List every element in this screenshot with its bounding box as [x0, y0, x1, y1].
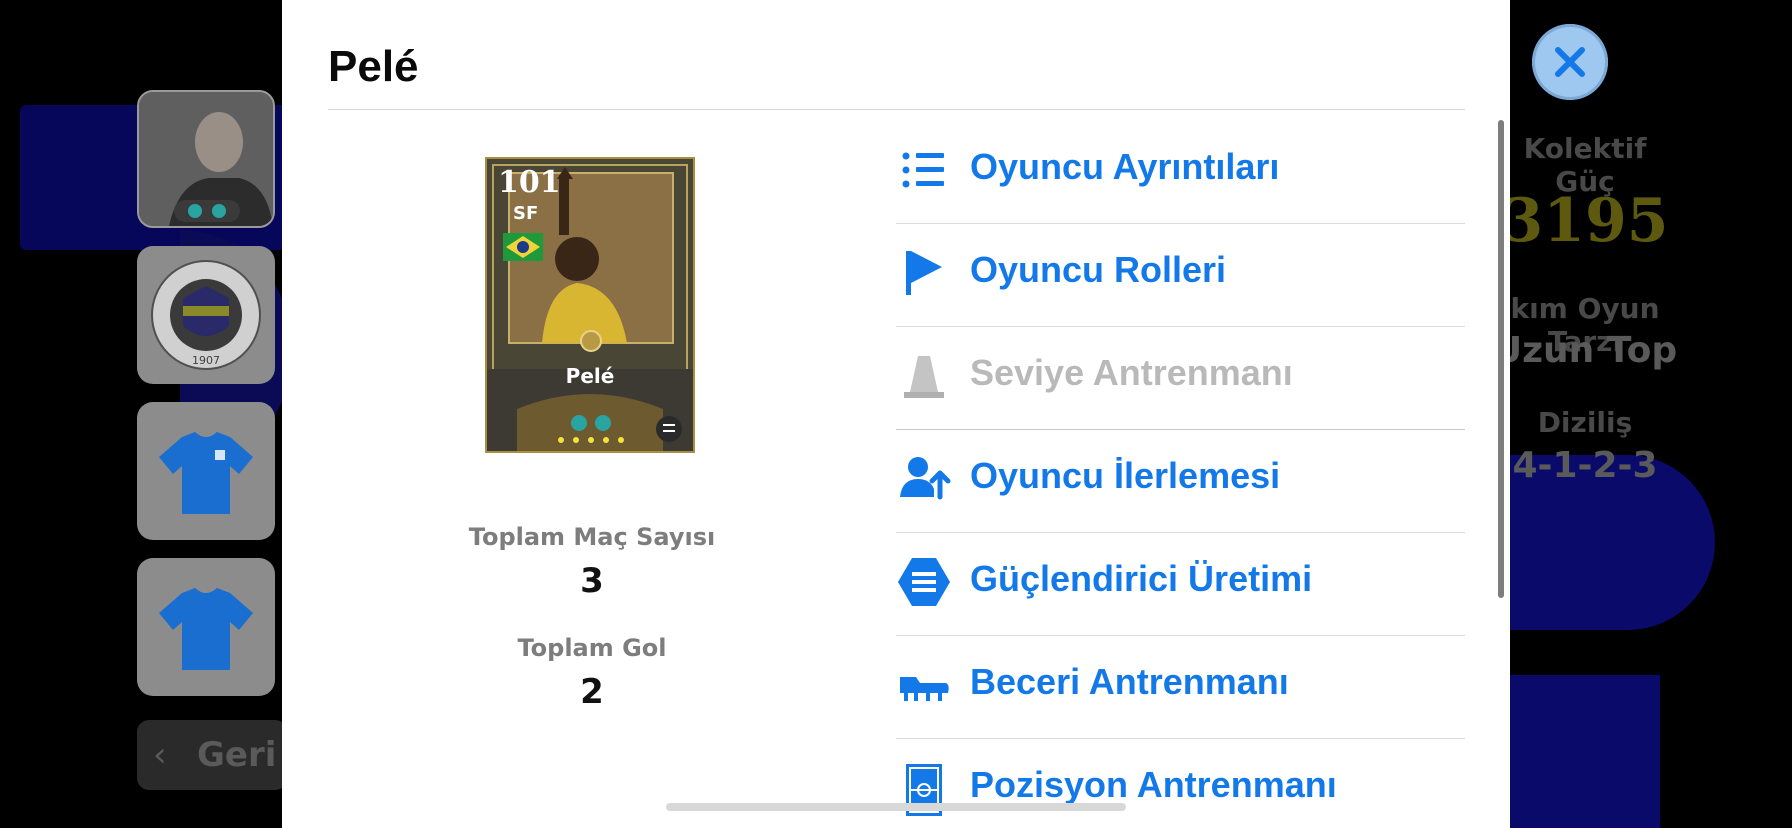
user-progress-icon [900, 457, 951, 500]
menu-item-label: Oyuncu Rolleri [970, 249, 1227, 290]
manager-photo-tile[interactable] [137, 90, 275, 228]
club-crest-tile[interactable]: 1907 [137, 246, 275, 384]
team-strength-value: 3195 [1501, 186, 1669, 256]
kit-tile[interactable] [137, 402, 275, 540]
total-matches-value: 3 [580, 561, 604, 601]
club-crest-icon: 1907 [151, 260, 261, 370]
booster-hexagon-icon [898, 558, 950, 606]
shirt-icon [159, 432, 253, 514]
card-rating: 101 [498, 165, 561, 200]
brazil-flag-icon [503, 233, 543, 261]
menu-item-label: Pozisyon Antrenmanı [970, 764, 1337, 805]
formation-value: 4-1-2-3 [1512, 445, 1658, 486]
total-goals-label: Toplam Gol [517, 634, 667, 662]
close-icon [1555, 47, 1585, 77]
manager-photo [139, 92, 273, 226]
card-position: SF [513, 203, 539, 224]
back-label: Geri [197, 735, 277, 775]
menu-item-player-roles[interactable]: Oyuncu Rolleri [896, 223, 1465, 327]
title-divider [328, 109, 1465, 110]
list-icon [902, 152, 944, 188]
formation-label: Diziliş [1537, 406, 1633, 439]
menu-item-booster-creation[interactable]: Güçlendirici Üretimi [896, 532, 1465, 636]
player-modal: Pelé 101 SF Pelé Toplam Maç Sayısı 3 Top… [282, 0, 1510, 828]
menu-item-position-training[interactable]: Pozisyon Antrenmanı [896, 738, 1465, 828]
menu-item-player-progress[interactable]: Oyuncu İlerlemesi [896, 429, 1465, 533]
card-player-name: Pelé [565, 364, 615, 388]
menu-item-label: Beceri Antrenmanı [970, 661, 1289, 702]
menu-item-label: Oyuncu Ayrıntıları [970, 146, 1280, 187]
menu-item-label: Güçlendirici Üretimi [970, 558, 1313, 599]
football-boot-icon [900, 677, 949, 701]
close-button[interactable] [1532, 24, 1608, 100]
team-stats-panel: Kolektif Güç 3195 kım Oyun Tarzı Uzun To… [1490, 0, 1792, 828]
modal-title: Pelé [328, 42, 419, 91]
flag-icon [906, 251, 942, 295]
menu-item-player-details[interactable]: Oyuncu Ayrıntıları [896, 120, 1465, 224]
chevron-left-icon: ‹ [153, 735, 167, 775]
total-matches-label: Toplam Maç Sayısı [468, 523, 716, 551]
shirt-icon [159, 588, 253, 670]
svg-text:1907: 1907 [192, 354, 220, 367]
horizontal-scroll-indicator [666, 803, 1126, 811]
player-card[interactable]: 101 SF Pelé [485, 157, 695, 453]
menu-item-level-training[interactable]: Seviye Antrenmanı [896, 326, 1465, 430]
menu-item-label: Seviye Antrenmanı [970, 352, 1293, 393]
playstyle-value: Uzun Top [1492, 330, 1678, 371]
menu-item-label: Oyuncu İlerlemesi [970, 455, 1281, 496]
total-goals-value: 2 [580, 672, 604, 712]
training-cone-icon [904, 356, 944, 398]
back-button[interactable]: ‹ Geri [137, 720, 287, 790]
menu-item-skill-training[interactable]: Beceri Antrenmanı [896, 635, 1465, 739]
kit-tile[interactable] [137, 558, 275, 696]
vertical-scrollbar[interactable] [1498, 120, 1504, 598]
